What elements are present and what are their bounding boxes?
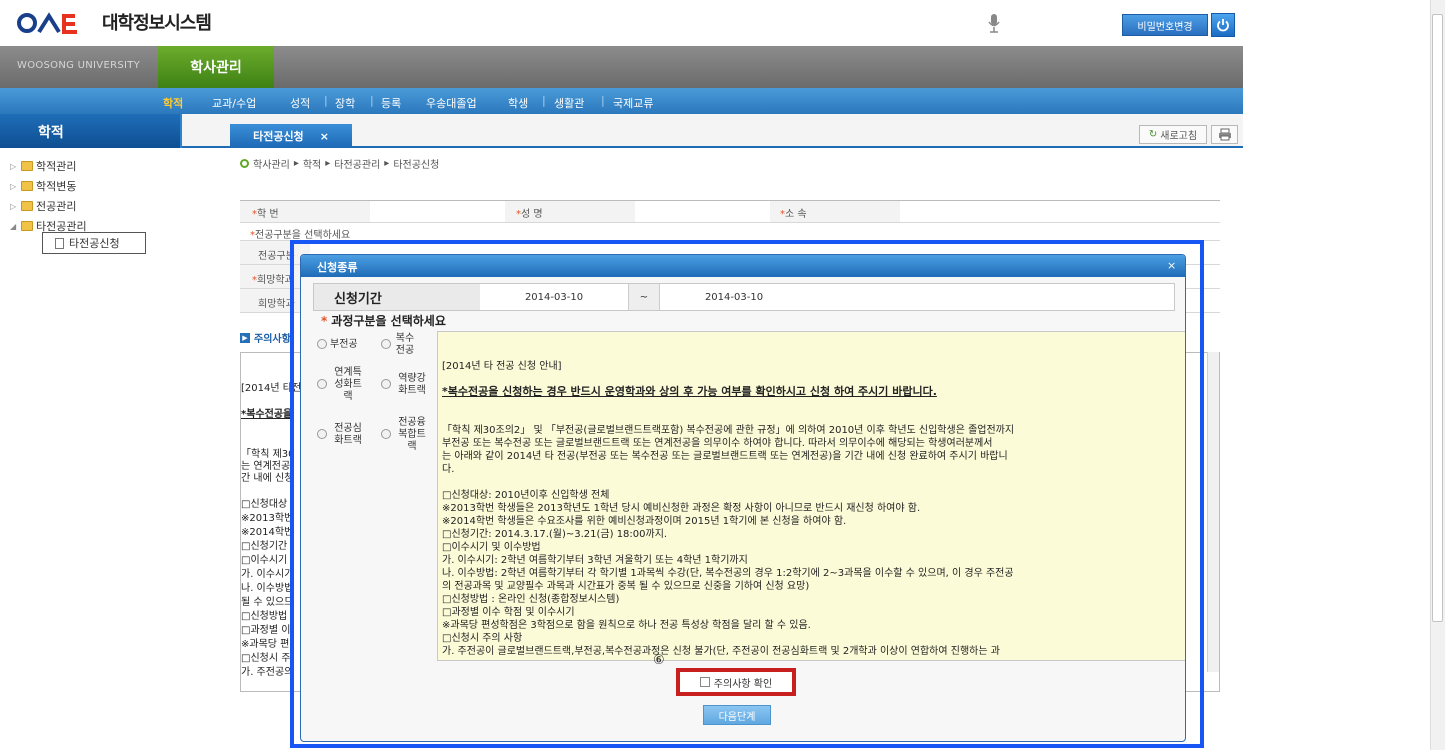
menu-separator: |: [370, 94, 374, 107]
dialog-close-icon[interactable]: ×: [1167, 259, 1176, 272]
folder-open-icon: [21, 221, 33, 231]
menu-item-courses[interactable]: 교과/수업: [212, 95, 256, 111]
folder-icon: [21, 161, 33, 171]
name-label: 성 명: [521, 209, 543, 220]
app-header: 대학정보시스템 비밀번호변경: [0, 0, 1430, 46]
expand-arrow-icon[interactable]: ▷: [10, 182, 18, 191]
radio-advanced-major-track[interactable]: 전공심화트랙: [317, 423, 375, 447]
sidebar-title: 학적: [0, 114, 180, 148]
power-icon: [1217, 19, 1229, 32]
radio-button[interactable]: [381, 379, 391, 389]
tab-academic-management[interactable]: 학사관리: [158, 46, 274, 88]
breadcrumb-item[interactable]: 타전공관리: [334, 156, 380, 171]
checkbox[interactable]: [699, 677, 710, 687]
collapse-arrow-icon[interactable]: ◢: [10, 222, 18, 231]
notice-scrollbar[interactable]: [1207, 352, 1219, 672]
period-tilde: ~: [628, 284, 660, 310]
radio-button[interactable]: [317, 429, 327, 439]
affiliation-label: 소 속: [785, 209, 807, 220]
application-type-dialog: 신청종류 × 신청기간 2014-03-10 ~ 2014-03-10 * 과정구…: [300, 254, 1186, 742]
notice-heading: ▶ 주의사항: [240, 330, 291, 345]
radio-button[interactable]: [381, 429, 391, 439]
breadcrumb-item[interactable]: 학사관리: [253, 156, 290, 171]
step-number-badge: ⑥: [653, 653, 665, 668]
radio-button[interactable]: [317, 339, 327, 349]
document-icon: [55, 237, 64, 249]
microphone-icon[interactable]: [986, 12, 1002, 34]
printer-icon: [1218, 128, 1231, 141]
radio-competency-track[interactable]: 역량강화트랙: [381, 373, 433, 397]
menu-item-student[interactable]: 학생: [508, 95, 528, 111]
page-scrollbar-thumb[interactable]: [1432, 14, 1443, 622]
period-end-date: 2014-03-10: [704, 291, 764, 303]
print-button[interactable]: [1211, 125, 1238, 144]
menu-item-grades[interactable]: 성적: [290, 95, 310, 111]
student-number-label: 학 번: [257, 209, 279, 220]
tree-item-label: 학적변동: [36, 180, 77, 193]
expand-arrow-icon[interactable]: ▷: [10, 202, 18, 211]
menu-separator: |: [601, 94, 605, 107]
notice-text-area[interactable]: [2014년 타 전공 신청 안내] *복수전공을 신청하는 경우 반드시 운영…: [437, 331, 1185, 661]
tree-item-other-major-application[interactable]: 타전공신청: [42, 232, 146, 254]
menu-item-dormitory[interactable]: 생활관: [554, 95, 584, 111]
breadcrumb-circle-icon: [240, 159, 249, 168]
tree-item-major-management[interactable]: ▷ 전공관리: [10, 198, 76, 214]
tab-close-icon[interactable]: ×: [320, 130, 329, 143]
tree-item-records-changes[interactable]: ▷ 학적변동: [10, 178, 76, 194]
menu-separator: |: [324, 94, 328, 107]
breadcrumb: 학사관리 ▸ 학적 ▸ 타전공관리 ▸ 타전공신청: [240, 156, 439, 171]
refresh-icon: ↻: [1148, 129, 1158, 140]
desired-dept-label: 희망학과: [257, 275, 294, 286]
radio-minor[interactable]: 부전공: [317, 339, 358, 351]
menu-item-international[interactable]: 국제교류: [613, 95, 653, 111]
tree-item-label: 전공관리: [36, 200, 77, 213]
tree-item-records-management[interactable]: ▷ 학적관리: [10, 158, 76, 174]
expand-arrow-icon[interactable]: ▷: [10, 162, 18, 171]
notice-confirm-checkbox[interactable]: 주의사항 확인: [676, 668, 796, 696]
radio-convergence-track[interactable]: 전공융복합트랙: [381, 417, 433, 453]
confirm-label: 주의사항 확인: [713, 678, 773, 690]
university-name: WOOSONG UNIVERSITY: [17, 60, 141, 71]
menu-item-scholarship[interactable]: 장학: [335, 95, 355, 111]
breadcrumb-item: 타전공신청: [393, 160, 440, 171]
radio-button[interactable]: [381, 339, 391, 349]
breadcrumb-item[interactable]: 학적: [303, 156, 321, 171]
tree-item-label: 학적관리: [36, 160, 77, 173]
radio-button[interactable]: [317, 379, 327, 389]
refresh-button[interactable]: ↻ 새로고침: [1139, 125, 1207, 144]
menu-item-graduation[interactable]: 우송대졸업: [426, 95, 477, 111]
menu-item-academic-records[interactable]: 학적: [163, 95, 183, 111]
period-start-date: 2014-03-10: [524, 291, 584, 303]
next-step-button[interactable]: 다음단계: [703, 705, 771, 725]
menu-item-registration[interactable]: 등록: [381, 95, 401, 111]
menu-separator: |: [542, 94, 546, 107]
folder-icon: [21, 181, 33, 191]
form-row-student: *학 번 *성 명 *소 속: [240, 201, 1220, 223]
radio-linked-specialization-track[interactable]: 연계특성화트랙: [317, 367, 375, 403]
application-period-label: 신청기간: [314, 284, 480, 310]
tree-item-label: 타전공신청: [69, 237, 120, 250]
application-period-row: 신청기간 2014-03-10 ~ 2014-03-10: [313, 283, 1175, 311]
radio-double-major[interactable]: 복수전공: [381, 333, 427, 357]
course-type-prompt: * 과정구분을 선택하세요: [321, 313, 446, 329]
bullet-arrow-icon: ▶: [240, 332, 250, 343]
tab-other-major-application[interactable]: 타전공신청 ×: [230, 124, 352, 148]
system-title: 대학정보시스템: [102, 13, 212, 34]
change-password-button[interactable]: 비밀번호변경: [1122, 14, 1208, 36]
dialog-title: 신청종류: [301, 255, 1185, 277]
form-row-major-prompt: *전공구분을 선택하세요: [240, 223, 1220, 241]
tab-label: 타전공신청: [253, 130, 304, 143]
folder-icon: [21, 201, 33, 211]
logout-button[interactable]: [1211, 13, 1235, 37]
refresh-label: 새로고침: [1160, 131, 1198, 142]
